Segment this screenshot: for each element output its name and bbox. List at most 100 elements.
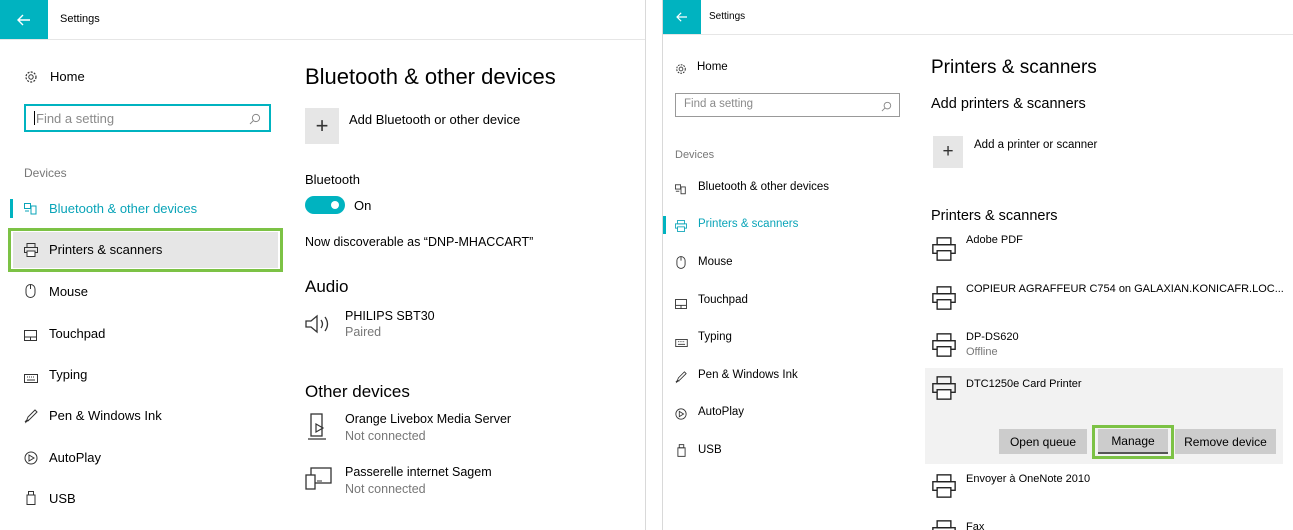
sidebar-item-typing[interactable]: Typing	[24, 367, 274, 385]
autoplay-icon	[675, 407, 687, 425]
printer-item[interactable]: COPIEUR AGRAFFEUR C754 on GALAXIAN.KONIC…	[925, 278, 1285, 318]
plus-icon: +	[933, 136, 963, 168]
printer-name: Envoyer à OneNote 2010	[966, 473, 1091, 485]
add-device-label: Add Bluetooth or other device	[349, 112, 521, 127]
search-icon	[881, 99, 892, 117]
printer-icon	[932, 286, 956, 315]
add-printer-button[interactable]: + Add a printer or scanner	[933, 136, 1233, 168]
sidebar-item-autoplay[interactable]: AutoPlay	[24, 450, 274, 468]
printer-item[interactable]: Fax	[925, 512, 1285, 530]
sidebar-item-pen[interactable]: Pen & Windows Ink	[24, 408, 274, 426]
sidebar-item-label: AutoPlay	[698, 406, 745, 418]
open-queue-button[interactable]: Open queue	[999, 429, 1087, 454]
window-title: Settings	[709, 11, 746, 22]
selected-indicator	[10, 199, 13, 218]
speaker-icon	[305, 314, 335, 339]
gear-icon	[675, 62, 687, 80]
text-cursor	[34, 111, 35, 125]
touchpad-icon	[675, 296, 687, 314]
sidebar-item-autoplay[interactable]: AutoPlay	[675, 406, 905, 422]
usb-icon	[677, 444, 686, 462]
page-title: Bluetooth & other devices	[305, 64, 556, 89]
home-label: Home	[50, 69, 85, 84]
back-button[interactable]	[663, 0, 701, 34]
sidebar-item-label: Touchpad	[49, 326, 106, 341]
open-queue-label: Open queue	[1009, 434, 1077, 449]
sidebar-item-bluetooth[interactable]: Bluetooth & other devices	[675, 181, 905, 197]
audio-heading: Audio	[305, 277, 349, 296]
back-arrow-icon	[17, 14, 31, 26]
gateway-icon	[305, 467, 333, 496]
add-heading: Add printers & scanners	[931, 96, 1086, 112]
sidebar-item-label: Mouse	[698, 256, 733, 268]
other-device-status: Not connected	[345, 482, 426, 496]
sidebar-item-label: Typing	[698, 331, 732, 343]
printer-icon	[932, 474, 956, 503]
sidebar-item-label: Printers & scanners	[698, 218, 799, 230]
printer-icon	[932, 376, 956, 405]
other-device-item[interactable]: Orange Livebox Media Server Not connecte…	[305, 411, 605, 445]
remove-device-button[interactable]: Remove device	[1175, 429, 1276, 454]
audio-device-status: Paired	[345, 325, 382, 339]
printer-name: DP-DS620	[966, 331, 1019, 343]
add-device-button[interactable]: + Add Bluetooth or other device	[305, 108, 605, 144]
other-device-item[interactable]: Passerelle internet Sagem Not connected	[305, 463, 605, 497]
settings-window-bluetooth: Settings Home Find a setting Devices Blu…	[0, 0, 646, 530]
bluetooth-toggle[interactable]	[305, 196, 345, 214]
search-input[interactable]: Find a setting	[675, 93, 900, 117]
sidebar-item-bluetooth[interactable]: Bluetooth & other devices	[24, 201, 274, 219]
sidebar-item-pen[interactable]: Pen & Windows Ink	[675, 369, 905, 385]
sidebar-item-label: Bluetooth & other devices	[49, 201, 198, 216]
sidebar-item-touchpad[interactable]: Touchpad	[675, 294, 905, 310]
printer-icon	[932, 520, 956, 530]
search-input[interactable]: Find a setting	[24, 104, 271, 132]
settings-window-printers: Settings Home Find a setting Devices Blu…	[662, 0, 1293, 530]
back-button[interactable]	[0, 0, 48, 39]
media-server-icon	[308, 413, 328, 446]
search-icon	[249, 112, 261, 130]
sidebar-item-label: USB	[698, 444, 722, 456]
bluetooth-heading: Bluetooth	[305, 172, 360, 187]
audio-device-item[interactable]: PHILIPS SBT30 Paired	[305, 309, 605, 343]
toggle-state: On	[354, 198, 372, 213]
other-devices-heading: Other devices	[305, 382, 410, 401]
home-label: Home	[697, 61, 728, 73]
audio-device-name: PHILIPS SBT30	[345, 309, 435, 323]
sidebar-item-mouse[interactable]: Mouse	[24, 284, 274, 302]
mouse-icon	[676, 256, 686, 274]
search-placeholder: Find a setting	[684, 98, 754, 110]
sidebar-item-touchpad[interactable]: Touchpad	[24, 326, 274, 344]
printer-item[interactable]: Envoyer à OneNote 2010	[925, 466, 1285, 506]
sidebar-item-label: Typing	[49, 367, 88, 382]
other-device-status: Not connected	[345, 429, 426, 443]
title-bar: Settings	[663, 0, 1293, 35]
sidebar-item-mouse[interactable]: Mouse	[675, 256, 905, 272]
printer-status: Offline	[966, 346, 998, 358]
page-title: Printers & scanners	[931, 57, 1097, 78]
printer-item-selected[interactable]: DTC1250e Card Printer Open queue Manage …	[925, 368, 1283, 464]
printer-item[interactable]: Adobe PDF	[925, 229, 1285, 269]
printer-item[interactable]: DP-DS620 Offline	[925, 325, 1285, 365]
bluetooth-devices-icon	[24, 202, 38, 220]
usb-icon	[26, 491, 36, 510]
keyboard-icon	[24, 370, 38, 388]
highlight-box	[8, 228, 283, 272]
sidebar-item-usb[interactable]: USB	[675, 444, 905, 460]
sidebar-item-printers[interactable]: Printers & scanners	[675, 218, 905, 234]
sidebar-item-label: Bluetooth & other devices	[698, 181, 830, 193]
printer-name: DTC1250e Card Printer	[966, 378, 1082, 390]
search-placeholder: Find a setting	[36, 111, 115, 126]
sidebar-item-label: AutoPlay	[49, 450, 102, 465]
gear-icon	[24, 70, 38, 89]
sidebar-item-usb[interactable]: USB	[24, 491, 274, 509]
printer-name: Fax	[966, 521, 985, 530]
autoplay-icon	[24, 451, 38, 470]
bluetooth-devices-icon	[675, 182, 687, 200]
highlight-box	[1092, 425, 1174, 459]
title-bar: Settings	[0, 0, 645, 40]
sidebar-item-typing[interactable]: Typing	[675, 331, 905, 347]
printers-list-heading: Printers & scanners	[931, 208, 1058, 224]
window-title: Settings	[60, 13, 100, 25]
pen-icon	[675, 370, 687, 388]
sidebar-item-label: Touchpad	[698, 294, 748, 306]
